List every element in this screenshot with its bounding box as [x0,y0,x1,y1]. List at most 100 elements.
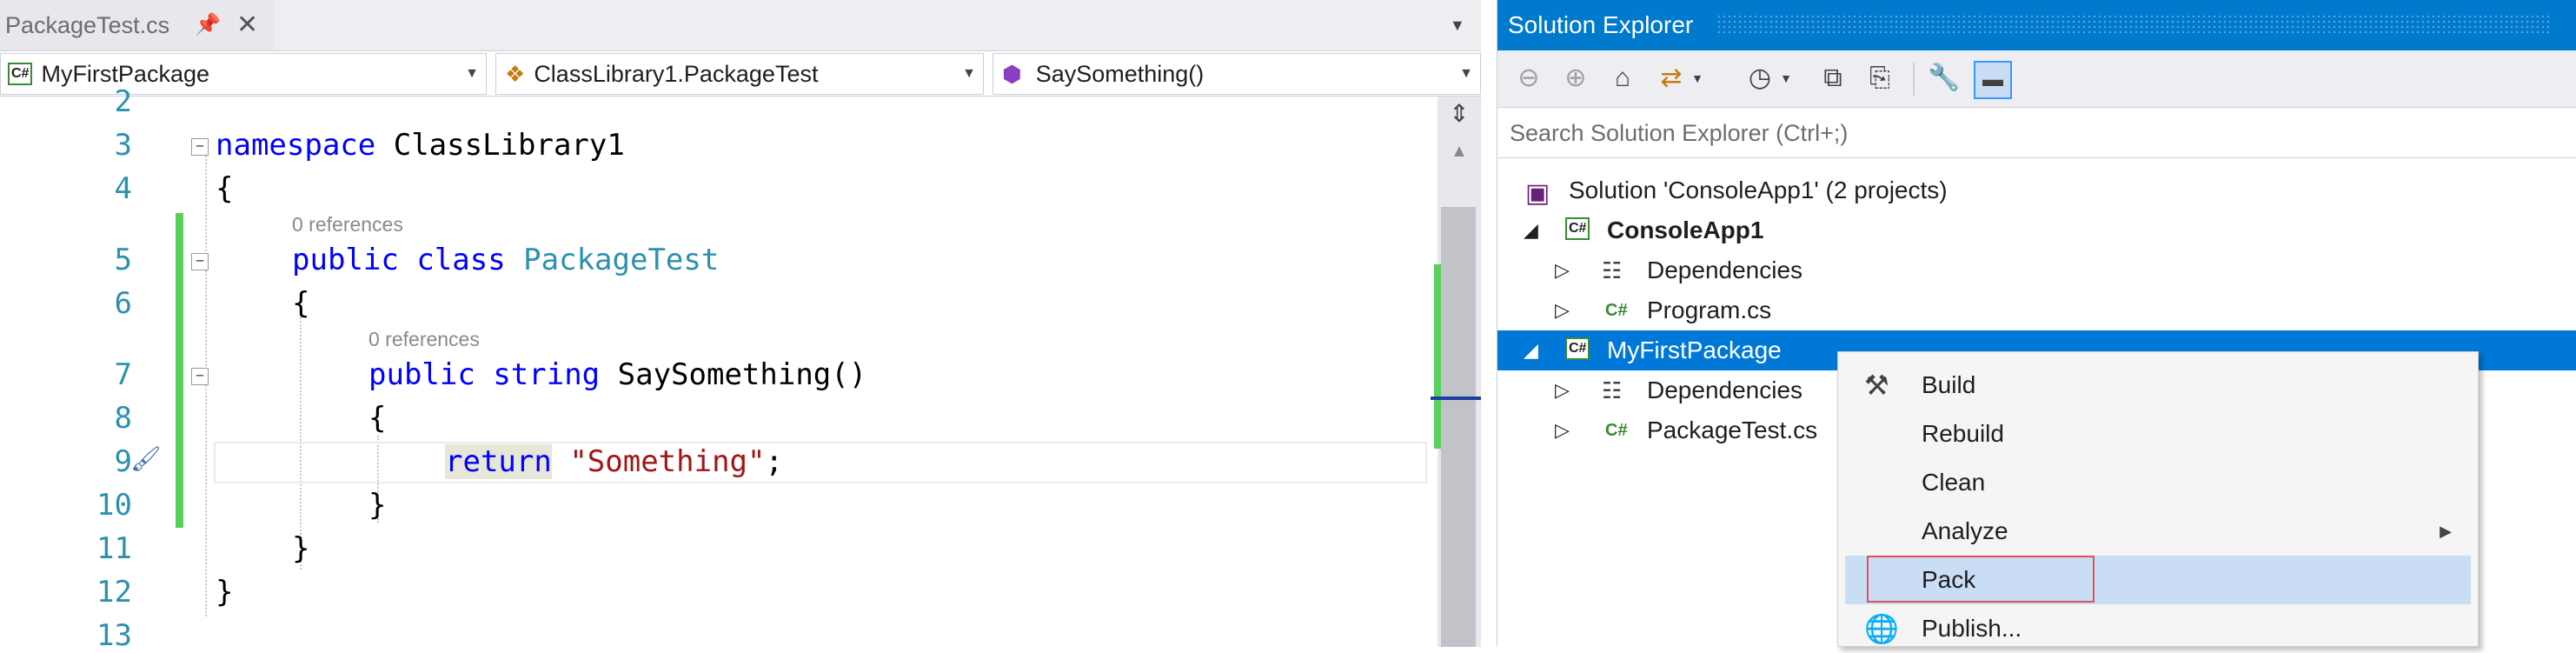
collapsed-triangle-icon[interactable]: ▷ [1555,290,1570,330]
document-tab-bar: PackageTest.cs 📌 ✕ ▼ [0,0,1481,50]
scrollbar-caret-marker [1431,396,1481,400]
menu-item-label: Analyze [1922,517,2008,544]
split-window-icon[interactable]: ⇕ [1437,97,1481,131]
string-literal: "Something" [569,444,766,479]
class-icon: ❖ [505,61,526,87]
code-line-11: } [292,531,310,566]
quick-actions-brush-icon[interactable]: 🖌 [130,444,162,473]
code-line-12: } [216,575,234,610]
menu-item-analyze[interactable]: Analyze ▶ [1845,507,2471,556]
preview-selected-icon[interactable]: ▬ [1974,61,2012,99]
keyword: namespace [216,128,376,163]
keyword: return [445,444,552,479]
collapse-all-icon[interactable]: ⧉ [1816,61,1850,96]
tree-item-dependencies[interactable]: ▷ ☷ Dependencies [1497,250,2576,290]
codelens-references[interactable]: 0 references [292,213,403,237]
context-menu: ⚒ Build Rebuild Clean Analyze ▶ Pack 🌐 P… [1837,351,2479,647]
line-number: 2 [114,84,132,119]
type-name: PackageTest [523,243,720,277]
expanded-triangle-icon[interactable]: ◢ [1524,330,1538,370]
menu-item-clean[interactable]: Clean [1845,458,2471,507]
tree-item-label: Dependencies [1647,257,1803,283]
menu-item-publish[interactable]: 🌐 Publish... [1845,604,2471,653]
line-number: 4 [114,171,132,206]
csharp-file-icon: C# [1605,301,1628,320]
csharp-project-icon: C# [1565,337,1590,360]
document-tab[interactable]: PackageTest.cs 📌 ✕ [0,0,273,50]
menu-item-label: Rebuild [1922,420,2004,447]
menu-item-rebuild[interactable]: Rebuild [1845,410,2471,458]
switch-views-icon[interactable]: ⇄ [1654,61,1689,96]
code-line-3: namespace ClassLibrary1 [216,128,625,163]
submenu-arrow-icon: ▶ [2440,523,2452,540]
navigation-bar: C# MyFirstPackage ▼ ❖ ClassLibrary1.Packag… [0,50,1481,97]
change-indicator [176,213,183,528]
solution-explorer-search-input[interactable]: Search Solution Explorer (Ctrl+;) [1497,108,2576,158]
line-number: 11 [96,531,132,566]
collapse-toggle[interactable]: − [191,138,209,156]
solution-icon: ▣ [1525,179,1550,208]
chevron-down-icon: ▼ [1459,66,1473,81]
forward-icon[interactable]: ⊕ [1558,61,1593,96]
build-icon: ⚒ [1864,370,1889,401]
collapsed-triangle-icon[interactable]: ▷ [1555,370,1570,410]
line-number: 13 [96,618,132,647]
tree-item-solution[interactable]: ▣ Solution 'ConsoleApp1' (2 projects) [1497,170,2576,210]
chevron-down-icon[interactable]: ▼ [1777,61,1795,96]
identifier: ClassLibrary1 [393,128,625,163]
home-icon[interactable]: ⌂ [1605,61,1640,96]
chevron-down-icon: ▼ [465,66,479,81]
collapse-toggle[interactable]: − [191,253,209,270]
pack-highlight-annotation [1867,556,2095,603]
back-icon[interactable]: ⊖ [1511,61,1546,96]
method-name: SaySomething() [617,357,867,392]
show-all-files-icon[interactable]: ⎘ [1862,61,1897,96]
keyword: public [292,243,399,277]
tree-item-label: PackageTest.cs [1647,416,1818,443]
scrollbar-thumb[interactable] [1441,207,1476,647]
pin-icon[interactable]: 📌 [195,0,221,50]
line-number: 3 [114,128,132,163]
collapse-toggle[interactable]: − [191,368,209,385]
code-line-9: return "Something"; [445,444,783,479]
line-number: 9 [114,444,132,479]
code-line-4: { [216,171,234,206]
tree-item-label: MyFirstPackage [1607,336,1782,363]
chevron-down-icon[interactable]: ▼ [1689,61,1706,96]
dependencies-icon: ☷ [1602,257,1623,283]
line-number: 6 [114,286,132,321]
code-line-8: { [368,401,387,436]
csharp-project-icon: C# [8,62,33,85]
collapsed-triangle-icon[interactable]: ▷ [1555,410,1570,450]
chevron-down-icon: ▼ [962,66,976,81]
properties-wrench-icon[interactable]: 🔧 [1927,61,1962,96]
tab-overflow-chevron-icon[interactable]: ▼ [1450,0,1465,50]
code-line-7: public string SaySomething() [368,357,866,392]
line-number: 10 [96,488,132,523]
class-dropdown-value: ClassLibrary1.PackageTest [534,61,819,87]
code-line-10: } [368,488,387,523]
expanded-triangle-icon[interactable]: ◢ [1524,210,1538,250]
pending-changes-icon[interactable]: ◷ [1743,61,1777,96]
tree-item-label: ConsoleApp1 [1607,217,1764,243]
tree-item-label: Dependencies [1647,376,1803,403]
member-dropdown[interactable]: ⬢ SaySomething() ▼ [993,53,1481,95]
codelens-references[interactable]: 0 references [368,328,480,351]
menu-item-label: Clean [1922,469,1986,496]
tab-title: PackageTest.cs [5,12,170,38]
code-line-6: { [292,286,310,321]
class-dropdown[interactable]: ❖ ClassLibrary1.PackageTest ▼ [495,53,984,95]
tree-item-program-cs[interactable]: ▷ C# Program.cs [1497,290,2576,330]
scroll-up-arrow-icon[interactable]: ▲ [1437,136,1481,167]
menu-item-build[interactable]: ⚒ Build [1845,361,2471,410]
code-area[interactable]: − − − 2 3 4 5 6 7 8 9 10 11 12 13 🖌 name… [0,84,1437,647]
collapsed-triangle-icon[interactable]: ▷ [1555,250,1570,290]
menu-item-label: Publish... [1922,615,2022,642]
menu-item-label: Build [1922,371,1976,398]
current-line-highlight [214,442,1427,483]
tree-item-consoleapp1[interactable]: ◢ C# ConsoleApp1 [1497,210,2576,250]
code-line-5: public class PackageTest [292,243,719,277]
dependencies-icon: ☷ [1602,377,1623,403]
toolbar-separator [1913,63,1915,96]
close-icon[interactable]: ✕ [236,0,258,50]
